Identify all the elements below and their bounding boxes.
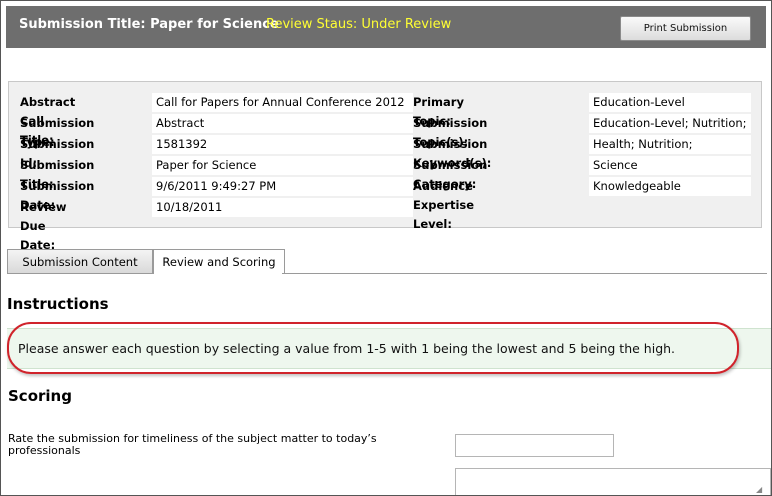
detail-value: 1581392 [152,135,413,154]
detail-value: Paper for Science [152,156,413,175]
instructions-highlight-ring [7,322,739,374]
tab-review-and-scoring[interactable]: Review and Scoring [153,249,285,274]
detail-value: Abstract [152,114,413,133]
review-status: Review Staus: Under Review [266,17,452,32]
tab-submission-content[interactable]: Submission Content [7,249,153,274]
detail-label: Audience Expertise Level: [413,179,475,231]
submission-details-panel: Abstract Call Title: Call for Papers for… [8,81,762,252]
instructions-heading: Instructions [7,295,109,313]
window-frame: Submission Title: Paper for Science Revi… [0,0,772,496]
detail-value: Health; Nutrition; [589,135,751,154]
detail-value: Education-Level [589,93,751,112]
scoring-heading: Scoring [8,387,72,405]
detail-value: 10/18/2011 [152,198,413,217]
detail-label: Review Due Date: [20,200,67,252]
tab-divider [7,273,767,274]
submission-header: Submission Title: Paper for Science Revi… [6,6,766,48]
detail-value: Knowledgeable [589,177,751,196]
detail-value: Call for Papers for Annual Conference 20… [152,93,413,112]
detail-value: Education-Level; Nutrition; [589,114,751,133]
scoring-question: Rate the submission for timeliness of th… [8,432,377,457]
detail-value: Science [589,156,751,175]
detail-value: 9/6/2011 9:49:27 PM [152,177,413,196]
submission-title: Submission Title: Paper for Science [19,17,279,32]
score-input[interactable] [455,434,614,457]
active-tab-gap [154,273,282,274]
comment-textarea[interactable] [455,468,771,495]
resize-grip-icon[interactable]: ◢ [756,485,765,494]
print-submission-button[interactable]: Print Submission [620,16,751,41]
